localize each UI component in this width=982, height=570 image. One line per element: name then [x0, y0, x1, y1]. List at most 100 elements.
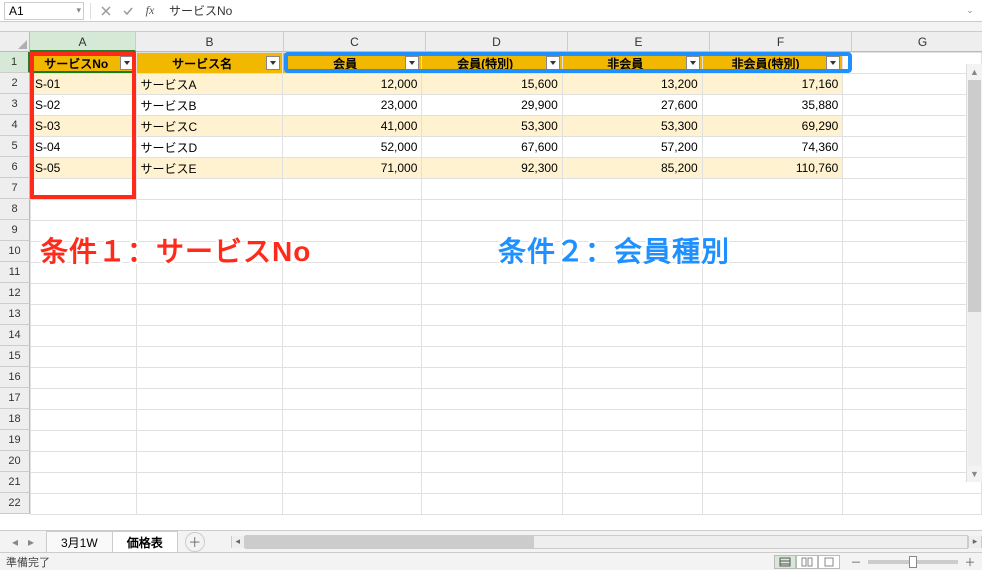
- cell[interactable]: [282, 263, 422, 284]
- cell[interactable]: [136, 431, 282, 452]
- cell[interactable]: [843, 53, 982, 74]
- view-normal-button[interactable]: [774, 555, 796, 569]
- scroll-left-icon[interactable]: ◂: [231, 536, 245, 548]
- column-header-F[interactable]: F: [710, 32, 852, 52]
- cell[interactable]: [282, 200, 422, 221]
- cells-area[interactable]: サービスNoサービス名会員会員(特別)非会員非会員(特別)S-01サービスA12…: [30, 52, 982, 515]
- cell[interactable]: [31, 368, 137, 389]
- cell[interactable]: [31, 431, 137, 452]
- cell[interactable]: [843, 431, 982, 452]
- cell[interactable]: [136, 263, 282, 284]
- cell[interactable]: S-02: [31, 95, 137, 116]
- cell[interactable]: [843, 389, 982, 410]
- cell[interactable]: [843, 305, 982, 326]
- row-header-2[interactable]: 2: [0, 73, 30, 94]
- filter-dropdown-icon[interactable]: [686, 56, 700, 70]
- name-box[interactable]: A1 ▾: [4, 2, 84, 20]
- scroll-up-icon[interactable]: ▲: [967, 64, 982, 80]
- cell[interactable]: [562, 389, 702, 410]
- formula-input[interactable]: サービスNo: [163, 2, 958, 20]
- vertical-scrollbar[interactable]: ▲ ▼: [966, 64, 982, 482]
- cell[interactable]: [562, 410, 702, 431]
- cell[interactable]: [136, 410, 282, 431]
- cell[interactable]: [282, 473, 422, 494]
- cell[interactable]: [562, 179, 702, 200]
- cell[interactable]: 52,000: [282, 137, 422, 158]
- row-header-18[interactable]: 18: [0, 409, 30, 430]
- cell[interactable]: 57,200: [562, 137, 702, 158]
- column-header-D[interactable]: D: [426, 32, 568, 52]
- cell[interactable]: [843, 200, 982, 221]
- zoom-slider[interactable]: [868, 560, 958, 564]
- cell[interactable]: [843, 179, 982, 200]
- row-header-8[interactable]: 8: [0, 199, 30, 220]
- filter-dropdown-icon[interactable]: [546, 56, 560, 70]
- cell[interactable]: [282, 347, 422, 368]
- cell[interactable]: [282, 242, 422, 263]
- cell[interactable]: [31, 242, 137, 263]
- cell[interactable]: 29,900: [422, 95, 562, 116]
- zoom-knob[interactable]: [909, 556, 917, 568]
- cell[interactable]: [282, 431, 422, 452]
- cell[interactable]: [31, 305, 137, 326]
- cell[interactable]: [562, 494, 702, 515]
- cell[interactable]: サービスB: [136, 95, 282, 116]
- cell[interactable]: [702, 389, 843, 410]
- row-header-21[interactable]: 21: [0, 472, 30, 493]
- cell[interactable]: 71,000: [282, 158, 422, 179]
- cell[interactable]: [702, 242, 843, 263]
- cell[interactable]: [31, 410, 137, 431]
- cell[interactable]: [843, 494, 982, 515]
- vscroll-thumb[interactable]: [968, 80, 981, 312]
- cell[interactable]: 69,290: [702, 116, 843, 137]
- column-header-E[interactable]: E: [568, 32, 710, 52]
- cell[interactable]: 13,200: [562, 74, 702, 95]
- filter-dropdown-icon[interactable]: [405, 56, 419, 70]
- cell[interactable]: [31, 452, 137, 473]
- cell[interactable]: [136, 494, 282, 515]
- hscroll-thumb[interactable]: [246, 536, 535, 548]
- column-header-A[interactable]: A: [30, 32, 136, 52]
- row-header-16[interactable]: 16: [0, 367, 30, 388]
- cell[interactable]: [136, 284, 282, 305]
- filter-dropdown-icon[interactable]: [266, 56, 280, 70]
- cell[interactable]: [282, 389, 422, 410]
- row-header-6[interactable]: 6: [0, 157, 30, 178]
- cell[interactable]: [422, 431, 562, 452]
- row-header-7[interactable]: 7: [0, 178, 30, 199]
- cell[interactable]: [702, 431, 843, 452]
- scroll-down-icon[interactable]: ▼: [967, 466, 982, 482]
- cell[interactable]: S-01: [31, 74, 137, 95]
- cell[interactable]: [31, 347, 137, 368]
- cell[interactable]: 41,000: [282, 116, 422, 137]
- cell[interactable]: [136, 452, 282, 473]
- header-cell[interactable]: 会員(特別): [422, 53, 562, 74]
- cell[interactable]: 53,300: [422, 116, 562, 137]
- row-header-17[interactable]: 17: [0, 388, 30, 409]
- cell[interactable]: 27,600: [562, 95, 702, 116]
- cell[interactable]: [702, 221, 843, 242]
- cell[interactable]: [136, 242, 282, 263]
- cell[interactable]: [702, 368, 843, 389]
- cell[interactable]: [136, 179, 282, 200]
- cell[interactable]: [843, 116, 982, 137]
- sheet-tab-inactive[interactable]: 3月1W: [46, 531, 113, 554]
- cell[interactable]: [282, 179, 422, 200]
- cell[interactable]: [562, 347, 702, 368]
- cell[interactable]: [422, 179, 562, 200]
- row-header-3[interactable]: 3: [0, 94, 30, 115]
- cell[interactable]: [31, 389, 137, 410]
- cell[interactable]: [136, 326, 282, 347]
- cell[interactable]: [843, 473, 982, 494]
- cell[interactable]: [136, 200, 282, 221]
- cell[interactable]: [31, 179, 137, 200]
- cell[interactable]: [562, 263, 702, 284]
- cell[interactable]: 15,600: [422, 74, 562, 95]
- cell[interactable]: [843, 326, 982, 347]
- add-sheet-button[interactable]: ＋: [185, 532, 205, 552]
- cell[interactable]: [136, 389, 282, 410]
- select-all-corner[interactable]: [0, 32, 30, 52]
- cell[interactable]: [702, 200, 843, 221]
- cell[interactable]: 74,360: [702, 137, 843, 158]
- cell[interactable]: [422, 263, 562, 284]
